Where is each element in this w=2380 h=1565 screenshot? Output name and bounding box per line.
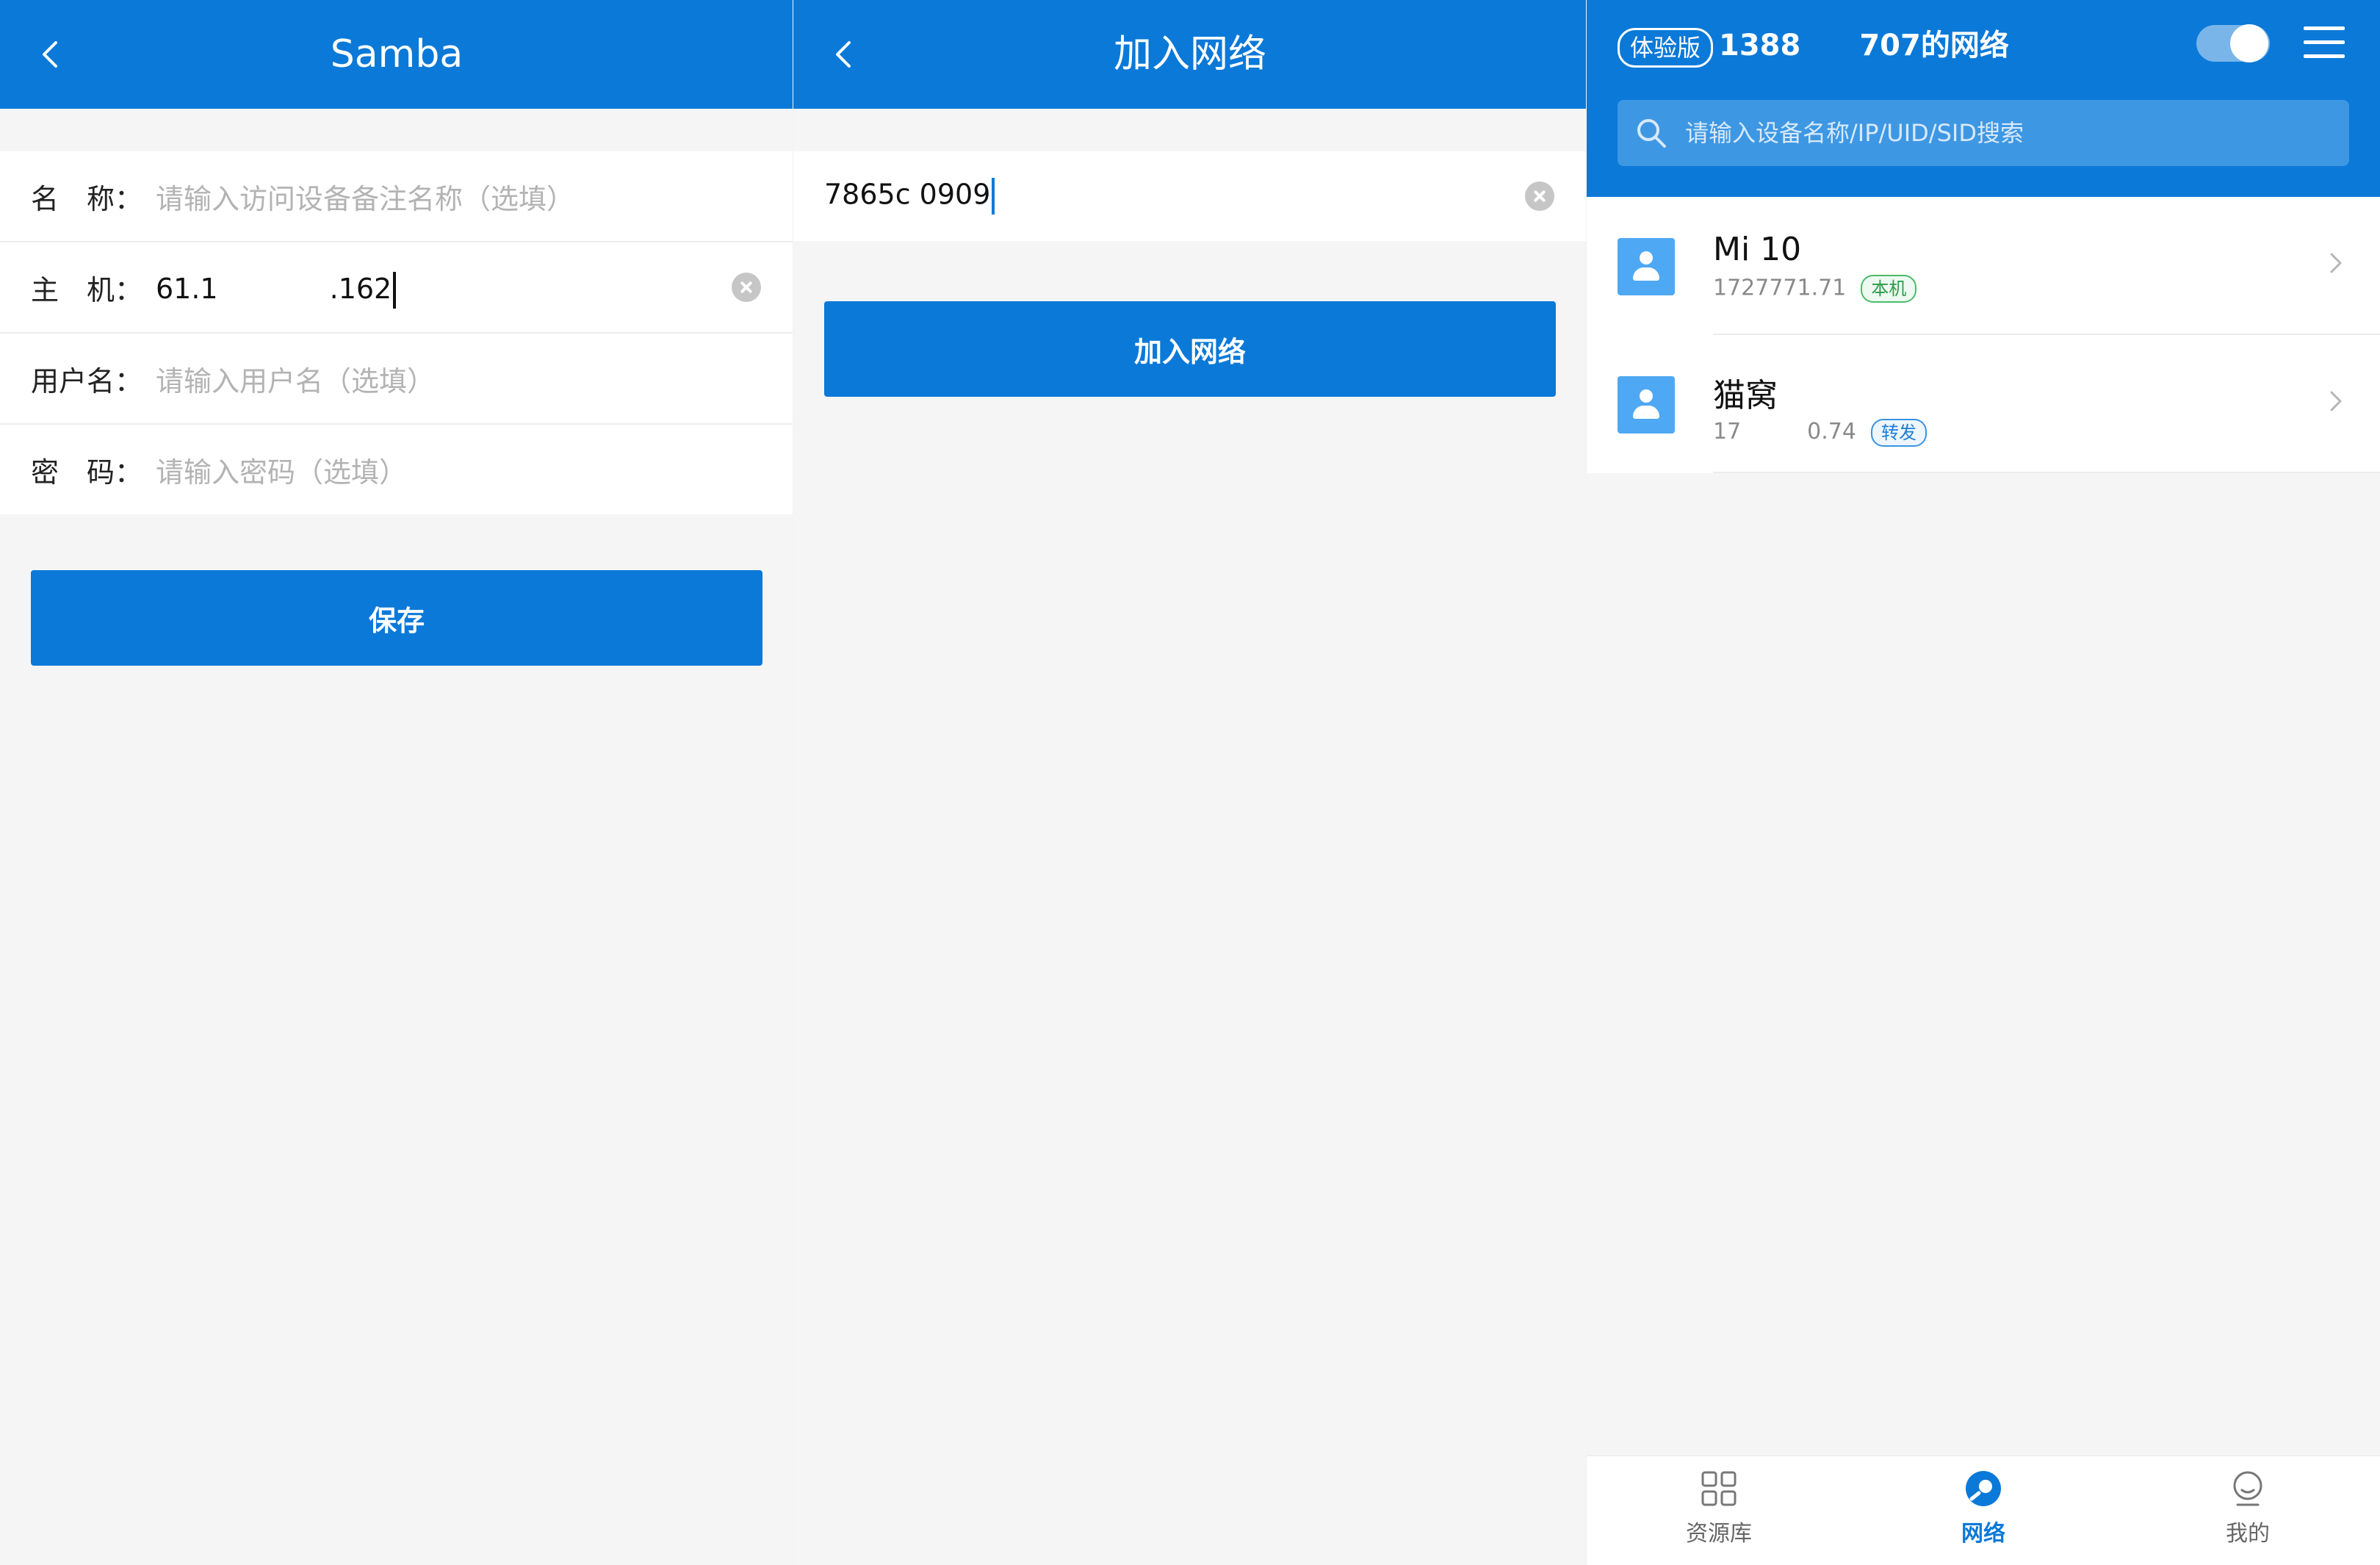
page-title: 加入网络	[1113, 32, 1266, 76]
bottom-nav: 资源库 网络 我的	[1587, 1455, 2380, 1565]
device-tag: 本机	[1861, 275, 1917, 303]
join-topbar: 加入网络	[793, 0, 1587, 109]
network-screen: 体验版 1388 707的网络 Mi 10 1727771.71 本机 猫窝 17…	[1587, 0, 2380, 1565]
network-title[interactable]: 1388 707的网络	[1719, 22, 2009, 69]
nav-item-me[interactable]: 我的	[2116, 1456, 2380, 1565]
nav-label: 资源库	[1686, 1521, 1752, 1547]
device-ip-text: 1727771.71	[1713, 275, 1847, 301]
device-ip: 17 0.74 转发	[1713, 413, 1927, 447]
profile-icon	[2233, 1471, 2262, 1506]
username-input[interactable]: 请输入用户名（选填）	[156, 359, 793, 399]
nav-item-library[interactable]: 资源库	[1587, 1456, 1851, 1565]
device-ip: 1727771.71 本机	[1713, 275, 1917, 303]
trial-badge: 体验版	[1618, 28, 1714, 68]
samba-form: 名 称： 请输入访问设备备注名称（选填） 主 机： 61.1 .162 用户名：…	[0, 151, 793, 514]
device-name: Mi 10	[1713, 231, 1802, 268]
nav-label: 我的	[2226, 1521, 2270, 1547]
password-input[interactable]: 请输入密码（选填）	[156, 450, 793, 490]
text-cursor	[393, 272, 397, 309]
clear-icon[interactable]	[1525, 181, 1554, 211]
grid-icon	[1701, 1471, 1737, 1506]
network-icon	[1966, 1471, 2001, 1506]
network-id-text: 7865c 0909	[824, 178, 991, 211]
toggle-knob	[2230, 24, 2268, 62]
device-avatar-icon	[1618, 376, 1675, 433]
host-input[interactable]: 61.1 .162	[156, 266, 793, 309]
network-toggle[interactable]	[2196, 24, 2270, 62]
username-field-row: 用户名： 请输入用户名（选填）	[0, 334, 793, 425]
device-search-bar[interactable]	[1618, 100, 2349, 166]
nav-label: 网络	[1961, 1521, 2005, 1547]
join-network-screen: 加入网络 7865c 0909 加入网络	[793, 0, 1587, 1565]
menu-icon[interactable]	[2304, 25, 2345, 60]
password-field-row: 密 码： 请输入密码（选填）	[0, 425, 793, 514]
device-ip-text: 17 0.74	[1713, 419, 1856, 445]
name-label: 名 称：	[31, 182, 143, 215]
samba-topbar: Samba	[0, 0, 793, 109]
name-input[interactable]: 请输入访问设备备注名称（选填）	[156, 176, 793, 217]
device-row[interactable]: Mi 10 1727771.71 本机	[1587, 197, 2380, 335]
search-input[interactable]	[1684, 118, 2349, 148]
page-title: Samba	[330, 32, 464, 76]
samba-screen: Samba 名 称： 请输入访问设备备注名称（选填） 主 机： 61.1 .16…	[0, 0, 793, 1565]
network-id-value: 7865c 0909	[793, 178, 995, 215]
clear-icon[interactable]	[732, 273, 761, 302]
host-field-row: 主 机： 61.1 .162	[0, 242, 793, 334]
username-label: 用户名：	[31, 364, 143, 397]
host-value: 61.1 .162	[156, 272, 392, 305]
network-header: 体验版 1388 707的网络	[1587, 0, 2380, 197]
device-list: Mi 10 1727771.71 本机 猫窝 17 0.74 转发	[1587, 197, 2380, 473]
save-button[interactable]: 保存	[31, 570, 762, 666]
host-label: 主 机：	[31, 273, 143, 306]
search-icon	[1637, 119, 1666, 148]
network-id-input[interactable]: 7865c 0909	[793, 151, 1587, 241]
text-cursor	[992, 178, 995, 215]
row-divider	[1713, 472, 2380, 473]
password-label: 密 码：	[31, 456, 143, 489]
device-row[interactable]: 猫窝 17 0.74 转发	[1587, 335, 2380, 473]
chevron-right-icon	[2330, 391, 2342, 411]
device-tag: 转发	[1870, 418, 1927, 447]
join-network-button[interactable]: 加入网络	[824, 301, 1556, 397]
name-field-row: 名 称： 请输入访问设备备注名称（选填）	[0, 151, 793, 242]
device-name: 猫窝	[1713, 377, 1778, 414]
chevron-right-icon	[2330, 253, 2342, 273]
nav-item-network[interactable]: 网络	[1851, 1456, 2116, 1565]
device-avatar-icon	[1618, 238, 1675, 295]
